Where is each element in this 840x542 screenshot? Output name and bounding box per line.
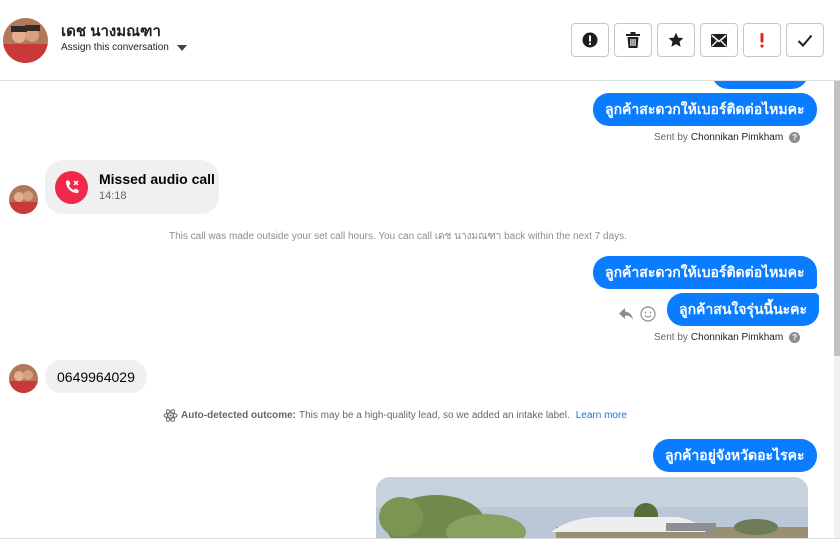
assign-conversation-dropdown[interactable]: Assign this conversation bbox=[61, 42, 187, 53]
message-bubble-incoming[interactable]: 0649964029 bbox=[45, 360, 147, 393]
thread-scrollbar[interactable] bbox=[834, 81, 840, 542]
help-icon[interactable]: ? bbox=[789, 132, 801, 143]
auto-detected-outcome-note: Auto-detected outcome: This may be a hig… bbox=[163, 408, 627, 423]
mark-spam-button[interactable] bbox=[571, 23, 609, 57]
message-bubble-outgoing[interactable]: ลูกค้าอยู่จังหวัดอะไรคะ bbox=[653, 439, 817, 472]
outcome-label: Auto-detected outcome: bbox=[181, 410, 296, 421]
missed-call-icon bbox=[55, 171, 88, 204]
trash-icon bbox=[626, 32, 640, 48]
caret-down-icon bbox=[176, 44, 187, 51]
message-bubble-outgoing[interactable]: ลูกค้าสะดวกให้เบอร์ติดต่อไหมคะ bbox=[593, 93, 817, 126]
contact-name: เดช นางมณฑา bbox=[61, 23, 161, 40]
sent-by-label: Sent by Chonnikan Pimkham ? bbox=[654, 132, 801, 143]
contact-avatar-small[interactable] bbox=[9, 185, 38, 214]
check-icon bbox=[797, 34, 813, 47]
message-hover-actions bbox=[618, 306, 656, 322]
conversation-header: เดช นางมณฑา Assign this conversation bbox=[0, 0, 840, 81]
envelope-icon bbox=[711, 33, 727, 47]
message-thread[interactable]: ลูกค้าสะดวกให้เบอร์ติดต่อไหมคะ Sent by C… bbox=[0, 81, 840, 542]
missed-call-card[interactable]: Missed audio call 14:18 bbox=[45, 160, 219, 214]
outcome-text: This may be a high-quality lead, so we a… bbox=[299, 410, 570, 421]
contact-avatar-small[interactable] bbox=[9, 364, 38, 393]
delete-button[interactable] bbox=[614, 23, 652, 57]
scrollbar-thumb[interactable] bbox=[834, 81, 840, 356]
missed-call-title: Missed audio call bbox=[99, 171, 215, 187]
agent-name: Chonnikan Pimkham bbox=[690, 132, 784, 143]
atom-icon bbox=[163, 409, 178, 422]
message-bubble-outgoing-clipped[interactable] bbox=[712, 81, 808, 89]
learn-more-link[interactable]: Learn more bbox=[576, 410, 627, 421]
assign-label: Assign this conversation bbox=[61, 42, 169, 53]
sent-by-label: Sent by Chonnikan Pimkham ? bbox=[654, 332, 801, 343]
exclamation-icon bbox=[760, 33, 764, 48]
help-icon[interactable]: ? bbox=[789, 332, 801, 343]
contact-avatar[interactable] bbox=[3, 18, 48, 63]
follow-up-button[interactable] bbox=[743, 23, 781, 57]
mark-unread-button[interactable] bbox=[700, 23, 738, 57]
message-bubble-outgoing[interactable]: ลูกค้าสะดวกให้เบอร์ติดต่อไหมคะ bbox=[593, 256, 817, 289]
missed-call-time: 14:18 bbox=[99, 190, 127, 202]
reply-icon[interactable] bbox=[618, 307, 634, 321]
star-icon bbox=[668, 32, 684, 47]
alert-circle-icon bbox=[582, 32, 598, 48]
emoji-reaction-icon[interactable] bbox=[640, 306, 656, 322]
call-hours-note: This call was made outside your set call… bbox=[169, 231, 627, 242]
image-attachment[interactable] bbox=[376, 477, 808, 542]
action-toolbar bbox=[571, 23, 824, 57]
message-bubble-outgoing[interactable]: ลูกค้าสนใจรุ่นนี้นะคะ bbox=[667, 293, 820, 326]
mark-done-button[interactable] bbox=[786, 23, 824, 57]
agent-name: Chonnikan Pimkham bbox=[690, 332, 784, 343]
composer-top-border bbox=[0, 538, 840, 542]
star-button[interactable] bbox=[657, 23, 695, 57]
